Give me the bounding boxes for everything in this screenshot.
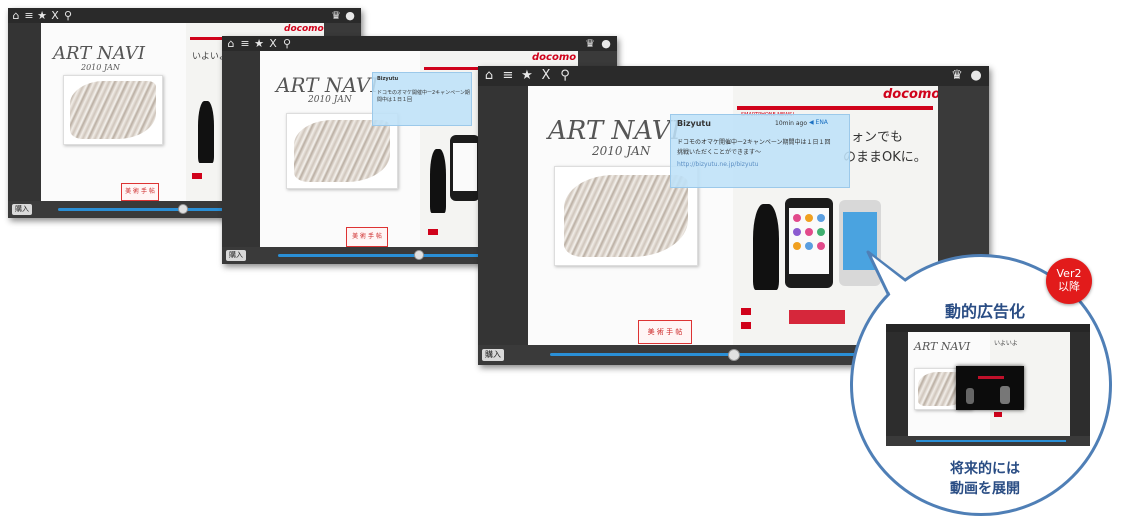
close-icon[interactable]: X: [49, 8, 61, 23]
page-slider-knob[interactable]: [178, 204, 188, 214]
search-icon[interactable]: ⚲: [62, 8, 74, 23]
star-icon[interactable]: ★: [521, 66, 533, 86]
version-badge: Ver2 以降: [1046, 258, 1092, 304]
list-icon[interactable]: ≡: [23, 8, 35, 23]
darth-vader-figure: [753, 204, 779, 290]
search-icon[interactable]: ⚲: [281, 36, 293, 51]
comment-tooltip[interactable]: Bizyutu ドコモのオマケ開催中ー2キャンペーン期間中は１日１回: [372, 72, 472, 126]
preview-ad-text: いよいよ: [994, 340, 1018, 347]
tooltip-text-1: ドコモのオマケ開催中ー2キャンペーン期間中は１日１回: [677, 139, 831, 146]
star-icon[interactable]: ★: [253, 36, 265, 51]
callout-footer-1: 将来的には: [950, 460, 1020, 476]
speech-bubble-icon[interactable]: ●: [344, 8, 356, 23]
tooltip-user: Bizyutu: [677, 119, 711, 128]
callout-title: 動的広告化: [944, 304, 1025, 321]
comment-tooltip[interactable]: Bizyutu 10min ago ◀ ENA ドコモのオマケ開催中ー2キャンペ…: [670, 114, 850, 188]
preview-screen: ART NAVI いよいよ: [886, 324, 1090, 446]
magazine-title: ART NAVI: [548, 116, 681, 146]
buy-button[interactable]: 購入: [226, 250, 246, 261]
list-icon[interactable]: ≡: [239, 36, 251, 51]
callout-footer-2: 動画を展開: [950, 480, 1020, 496]
toolbar: ⌂ ≡ ★ X ⚲ ♛ ●: [8, 8, 361, 23]
buy-button[interactable]: 購入: [482, 349, 504, 361]
magazine-issue: 2010 JAN: [308, 95, 352, 105]
tooltip-link[interactable]: http://bizyutu.ne.jp/bizyutu: [677, 161, 758, 168]
phone-image: [450, 135, 480, 201]
stamp: 美 術 手 帖: [638, 320, 692, 344]
docomo-logo: docomo: [883, 87, 941, 102]
toolbar: ⌂ ≡ ★ X ⚲ ♛ ●: [222, 36, 617, 51]
close-icon[interactable]: X: [267, 36, 279, 51]
crown-icon[interactable]: ♛: [951, 66, 963, 86]
page-slider-knob[interactable]: [728, 349, 740, 361]
docomo-logo: docomo: [284, 24, 324, 34]
magazine-title: ART NAVI: [276, 73, 379, 97]
magazine-issue: 2010 JAN: [81, 63, 120, 72]
star-icon[interactable]: ★: [36, 8, 48, 23]
speech-bubble-icon[interactable]: ●: [970, 66, 982, 86]
preview-title: ART NAVI: [914, 340, 971, 353]
ad-headline-2: のままOKに。: [843, 150, 927, 165]
docomo-logo: docomo: [532, 52, 577, 63]
home-icon[interactable]: ⌂: [225, 36, 237, 51]
close-icon[interactable]: X: [540, 66, 552, 86]
crown-icon[interactable]: ♛: [330, 8, 342, 23]
tooltip-user: Bizyutu: [377, 76, 399, 82]
buy-button[interactable]: 購入: [12, 204, 32, 215]
list-icon[interactable]: ≡: [502, 66, 514, 86]
tooltip-text-2: 挑戦いただくことができます～: [677, 149, 762, 156]
left-page: ART NAVI 2010 JAN 美 術 手 帖: [41, 23, 186, 201]
search-icon[interactable]: ⚲: [559, 66, 571, 86]
toolbar: ⌂ ≡ ★ X ⚲ ♛ ●: [478, 66, 989, 86]
home-icon[interactable]: ⌂: [483, 66, 495, 86]
cover-photo: [63, 75, 163, 145]
speech-bubble-icon[interactable]: ●: [600, 36, 612, 51]
tooltip-text: ドコモのオマケ開催中ー2キャンペーン期間中は１日１回: [377, 90, 470, 103]
phone-image: [785, 198, 833, 288]
video-overlay[interactable]: [956, 366, 1024, 410]
tooltip-time: 10min ago: [775, 120, 808, 127]
magazine-title: ART NAVI: [53, 43, 145, 64]
darth-vader-figure: [430, 149, 446, 213]
crown-icon[interactable]: ♛: [584, 36, 596, 51]
magazine-issue: 2010 JAN: [592, 144, 651, 158]
darth-vader-figure: [198, 101, 214, 163]
stamp: 美 術 手 帖: [346, 227, 388, 247]
tooltip-badge[interactable]: ◀ ENA: [809, 119, 828, 126]
ad-headline-1: ォンでも: [851, 130, 904, 145]
home-icon[interactable]: ⌂: [10, 8, 22, 23]
stamp: 美 術 手 帖: [121, 183, 159, 201]
page-slider-knob[interactable]: [414, 250, 424, 260]
